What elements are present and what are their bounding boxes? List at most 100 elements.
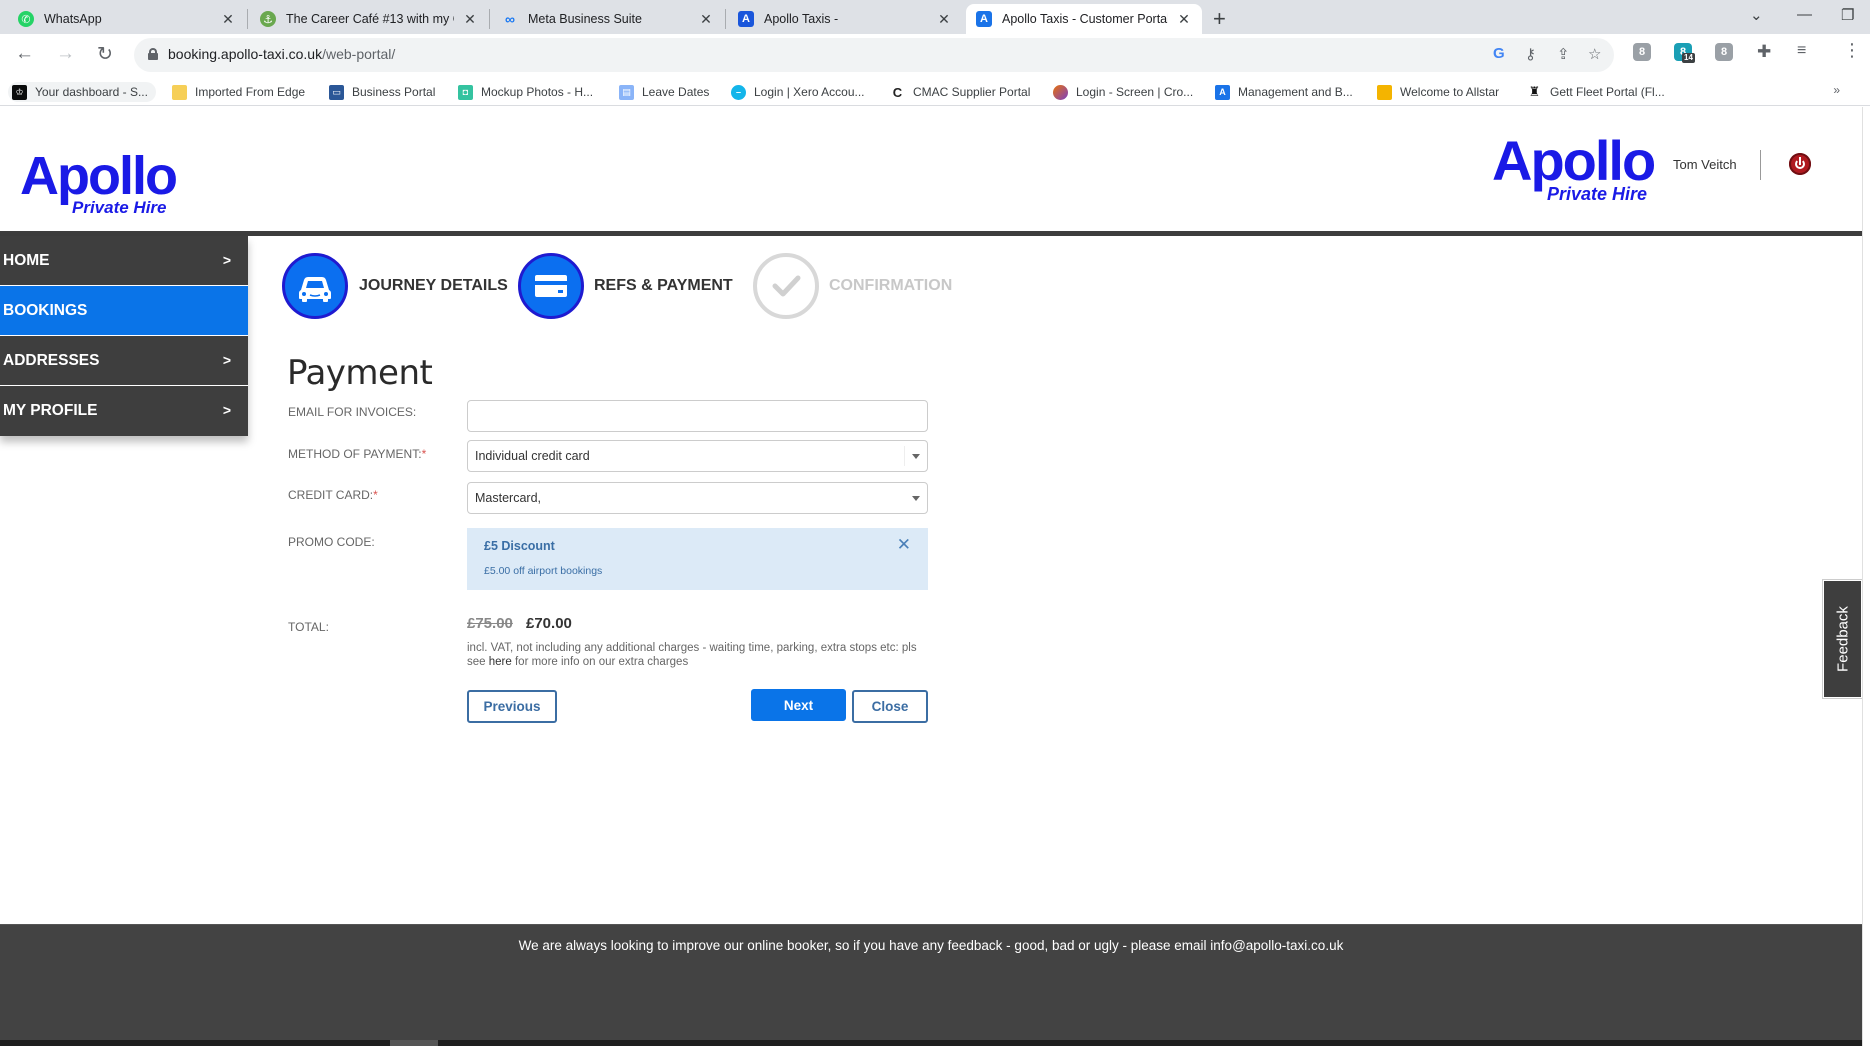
bookmark-label: Login - Screen | Cro...	[1076, 85, 1194, 99]
bookmark-label: Business Portal	[352, 85, 436, 99]
required-marker: *	[421, 447, 427, 461]
tab-title: Meta Business Suite	[528, 12, 642, 26]
share-icon[interactable]: ⇪	[1557, 45, 1570, 63]
back-icon[interactable]: ←	[15, 43, 34, 65]
note-text: for more info on our extra charges	[511, 656, 689, 668]
apollo-logo[interactable]: Apollo Private Hire	[20, 146, 178, 217]
chevron-right-icon: >	[222, 402, 231, 418]
browser-tab-whatsapp[interactable]: ✆ WhatsApp ✕	[8, 4, 246, 34]
sidebar-item-label: HOME	[3, 251, 50, 269]
email-for-invoices-input[interactable]	[467, 400, 928, 432]
bookmark-star-icon[interactable]: ☆	[1588, 45, 1601, 63]
feedback-tab[interactable]: Feedback	[1822, 579, 1863, 699]
method-of-payment-select[interactable]: Individual credit card	[467, 440, 928, 472]
page-title: Payment	[287, 353, 433, 393]
close-tab-icon[interactable]: ✕	[1176, 11, 1192, 28]
extension-icon[interactable]: 8	[1633, 43, 1651, 61]
bookmark-item[interactable]: Welcome to Allstar	[1377, 82, 1499, 102]
media-control-icon[interactable]: ≡	[1797, 42, 1806, 60]
forward-icon[interactable]: →	[56, 43, 75, 65]
browser-tab-apollo[interactable]: A Apollo Taxis - ✕	[728, 4, 962, 34]
caret-down-icon	[912, 454, 920, 459]
selected-value: Individual credit card	[475, 449, 590, 463]
reload-icon[interactable]: ↻	[97, 43, 113, 66]
sidebar-item-label: ADDRESSES	[3, 351, 100, 369]
bookmark-label: Management and B...	[1238, 85, 1353, 99]
url-input[interactable]: booking.apollo-taxi.co.uk/web-portal/ G …	[134, 38, 1614, 72]
logo-main-text: Apollo	[20, 146, 178, 206]
google-icon[interactable]: G	[1493, 45, 1505, 62]
scrollbar-thumb[interactable]	[390, 1040, 438, 1046]
bookmarks-bar: ♔ Your dashboard - S... Imported From Edg…	[0, 76, 1870, 106]
vertical-scrollbar[interactable]	[1862, 107, 1870, 1046]
promo-code-applied: £5 Discount £5.00 off airport bookings ✕	[467, 528, 928, 590]
bookmark-item[interactable]: ▤ Leave Dates	[619, 82, 709, 102]
logo-sub-text: Private Hire	[1547, 184, 1648, 204]
close-button[interactable]: Close	[852, 690, 928, 723]
new-tab-button[interactable]: +	[1213, 6, 1226, 32]
logo-main-text: Apollo	[1492, 129, 1656, 192]
extra-charges-link[interactable]: here	[489, 656, 512, 668]
bookmark-item[interactable]: A Management and B...	[1215, 82, 1353, 102]
sidebar-item-label: BOOKINGS	[3, 301, 88, 319]
logout-power-icon[interactable]	[1789, 153, 1811, 175]
extensions-puzzle-icon[interactable]: ✚	[1757, 42, 1771, 62]
total-discounted-price: £70.00	[526, 615, 572, 632]
bookmark-label: Welcome to Allstar	[1400, 85, 1500, 99]
bookmark-item[interactable]: ♜ Gett Fleet Portal (Fl...	[1527, 82, 1665, 102]
gett-icon: ♜	[1528, 84, 1541, 99]
credit-card-select[interactable]: Mastercard,	[467, 482, 928, 514]
email-label: EMAIL FOR INVOICES:	[288, 405, 417, 419]
bookmark-item[interactable]: Login - Screen | Cro...	[1053, 82, 1193, 102]
browser-tab-meta[interactable]: ∞ Meta Business Suite ✕	[492, 4, 724, 34]
meta-icon: ∞	[505, 11, 515, 27]
step-label: CONFIRMATION	[829, 277, 953, 294]
extension-badge: 14	[1682, 53, 1695, 63]
tab-search-icon[interactable]: ⌄	[1750, 6, 1763, 24]
close-tab-icon[interactable]: ✕	[936, 11, 952, 28]
sidebar-item-home[interactable]: HOME >	[0, 236, 248, 286]
menu-kebab-icon[interactable]: ⋮	[1843, 40, 1861, 61]
bookmark-label: Mockup Photos - H...	[481, 85, 594, 99]
browser-tab-career-cafe[interactable]: ⚓ The Career Café #13 with my Gu ✕	[250, 4, 488, 34]
bookmark-item[interactable]: ▭ Business Portal	[329, 82, 435, 102]
key-icon[interactable]: ⚷	[1525, 45, 1536, 63]
total-note: incl. VAT, not including any additional …	[467, 641, 937, 669]
horizontal-scrollbar[interactable]	[0, 1040, 1870, 1046]
whatsapp-icon: ✆	[18, 11, 34, 27]
extension-icon[interactable]: 8 14	[1674, 43, 1695, 63]
close-tab-icon[interactable]: ✕	[698, 11, 714, 28]
bookmark-item[interactable]: C CMAC Supplier Portal	[890, 82, 1031, 102]
close-tab-icon[interactable]: ✕	[220, 11, 236, 28]
header-rule	[0, 231, 1862, 236]
minimize-icon[interactable]: —	[1797, 6, 1812, 23]
user-name[interactable]: Tom Veitch	[1673, 157, 1737, 172]
bookmark-item[interactable]: ◘ Mockup Photos - H...	[458, 82, 593, 102]
bookmarks-overflow-icon[interactable]: »	[1833, 83, 1840, 97]
tab-title: Apollo Taxis - Customer Portal	[1002, 12, 1168, 26]
step-refs-payment[interactable]	[518, 253, 584, 319]
sidebar-item-my-profile[interactable]: MY PROFILE >	[0, 386, 248, 436]
restore-icon[interactable]: ❐	[1841, 6, 1854, 24]
step-journey-details[interactable]	[282, 253, 348, 319]
tab-separator	[247, 9, 248, 29]
browser-tab-customer-portal[interactable]: A Apollo Taxis - Customer Portal ✕	[966, 4, 1202, 34]
sidebar-item-bookings[interactable]: BOOKINGS	[0, 286, 248, 336]
logo-sub-text: Private Hire	[72, 198, 167, 217]
apollo-icon: A	[976, 11, 992, 27]
next-button[interactable]: Next	[751, 689, 846, 721]
extension-icon[interactable]: 8	[1715, 43, 1733, 61]
tab-title: WhatsApp	[44, 12, 102, 26]
close-tab-icon[interactable]: ✕	[462, 11, 478, 28]
bookmark-item[interactable]: – Login | Xero Accou...	[731, 82, 865, 102]
sidebar-item-addresses[interactable]: ADDRESSES >	[0, 336, 248, 386]
bookmark-item[interactable]: Imported From Edge	[172, 82, 305, 102]
remove-promo-icon[interactable]: ✕	[897, 535, 911, 555]
page: Apollo Private Hire Apollo Private Hire …	[0, 107, 1870, 1046]
bookmark-item[interactable]: ♔ Your dashboard - S...	[8, 82, 156, 102]
address-bar-row: ← → ↻ booking.apollo-taxi.co.uk/web-port…	[0, 34, 1870, 76]
previous-button[interactable]: Previous	[467, 690, 557, 723]
header-divider	[1760, 150, 1761, 180]
career-cafe-icon: ⚓	[260, 11, 276, 27]
tab-title: The Career Café #13 with my Gu	[286, 12, 454, 26]
